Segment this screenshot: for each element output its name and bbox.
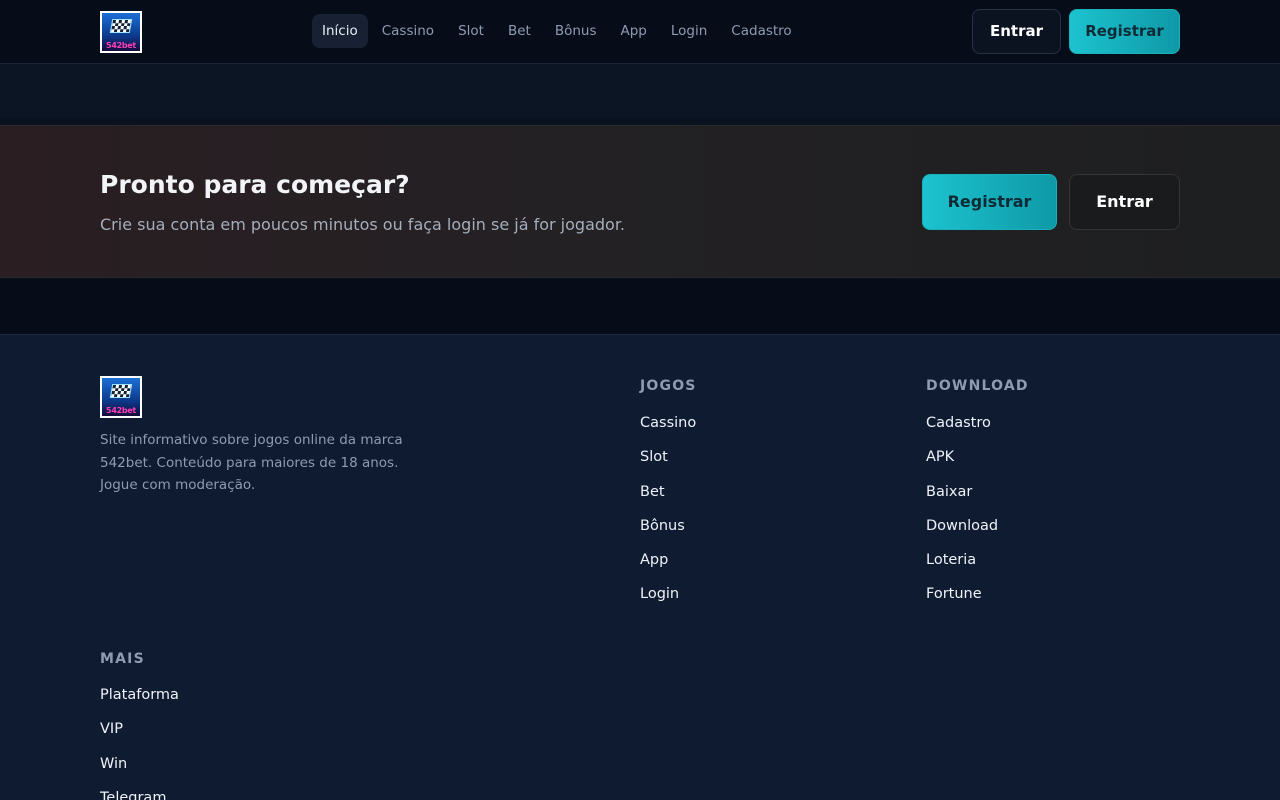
footer-link-bonus[interactable]: Bônus [640, 516, 696, 550]
nav-item-inicio[interactable]: Início [312, 14, 368, 48]
footer-link-login[interactable]: Login [640, 584, 696, 618]
footer-link-cadastro[interactable]: Cadastro [926, 413, 998, 447]
checkered-flag-icon [109, 384, 133, 398]
footer-links-mais: Plataforma VIP Win Telegram [100, 685, 179, 800]
footer-col-title-jogos: JOGOS [640, 378, 697, 394]
footer-link-fortune[interactable]: Fortune [926, 584, 998, 618]
footer-col-title-mais: MAIS [100, 651, 145, 667]
footer-links-download: Cadastro APK Baixar Download Loteria For… [926, 413, 998, 619]
footer-link-download[interactable]: Download [926, 516, 998, 550]
logo-image: 542bet [102, 13, 140, 51]
logo-text: 542bet [106, 406, 136, 415]
logo-image: 542bet [102, 378, 140, 416]
nav-item-login[interactable]: Login [661, 14, 717, 48]
nav-item-bonus[interactable]: Bônus [545, 14, 607, 48]
site-footer: 542bet Site informativo sobre jogos onli… [0, 334, 1280, 800]
cta-register-button[interactable]: Registrar [922, 174, 1057, 230]
main-nav: Início Cassino Slot Bet Bônus App Login … [312, 14, 802, 48]
cta-subtitle: Crie sua conta em poucos minutos ou faça… [100, 215, 626, 234]
nav-item-app[interactable]: App [611, 14, 657, 48]
brand-logo[interactable]: 542bet [100, 11, 142, 53]
nav-item-slot[interactable]: Slot [448, 14, 494, 48]
logo-text: 542bet [106, 41, 136, 50]
footer-link-apk[interactable]: APK [926, 447, 998, 481]
cta-login-button[interactable]: Entrar [1069, 174, 1180, 230]
footer-description: Site informativo sobre jogos online da m… [100, 432, 403, 493]
nav-item-cadastro[interactable]: Cadastro [721, 14, 801, 48]
header-login-button[interactable]: Entrar [972, 9, 1061, 54]
footer-link-bet[interactable]: Bet [640, 482, 696, 516]
header-register-button[interactable]: Registrar [1069, 9, 1180, 54]
footer-link-telegram[interactable]: Telegram [100, 788, 179, 800]
footer-link-slot[interactable]: Slot [640, 447, 696, 481]
footer-link-win[interactable]: Win [100, 754, 179, 788]
footer-link-loteria[interactable]: Loteria [926, 550, 998, 584]
footer-logo[interactable]: 542bet [100, 376, 142, 418]
section-spacer [0, 279, 1280, 334]
footer-link-baixar[interactable]: Baixar [926, 482, 998, 516]
footer-link-vip[interactable]: VIP [100, 719, 179, 753]
cta-section: Pronto para começar? Crie sua conta em p… [0, 125, 1280, 278]
footer-link-cassino[interactable]: Cassino [640, 413, 696, 447]
footer-link-plataforma[interactable]: Plataforma [100, 685, 179, 719]
checkered-flag-icon [109, 19, 133, 33]
footer-col-title-download: DOWNLOAD [926, 378, 1029, 394]
header-band [0, 64, 1280, 118]
nav-item-cassino[interactable]: Cassino [372, 14, 444, 48]
site-header: 542bet Início Cassino Slot Bet Bônus App… [0, 0, 1280, 64]
nav-item-bet[interactable]: Bet [498, 14, 541, 48]
cta-title: Pronto para começar? [100, 170, 410, 199]
footer-link-app[interactable]: App [640, 550, 696, 584]
footer-links-jogos: Cassino Slot Bet Bônus App Login [640, 413, 696, 619]
